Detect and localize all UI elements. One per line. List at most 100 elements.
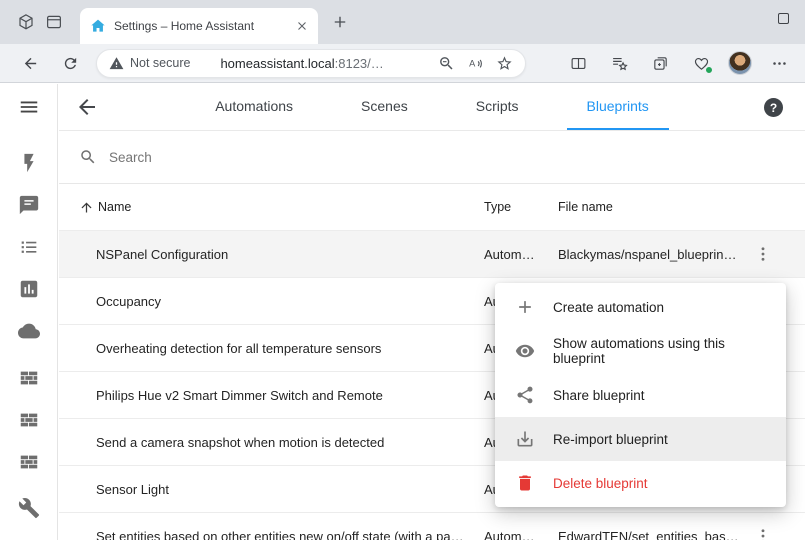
refresh-button[interactable] [56, 49, 84, 77]
automation-nav-tabs: Automations Scenes Scripts Blueprints [59, 84, 805, 130]
tab-scenes[interactable]: Scenes [341, 84, 428, 130]
lightning-icon [18, 152, 40, 174]
tab-actions-icon [45, 13, 63, 31]
wrench-icon [18, 497, 40, 519]
table-row[interactable]: NSPanel Configuration Autom… Blackymas/n… [59, 231, 805, 278]
menu-item-create-automation[interactable]: Create automation [495, 285, 786, 329]
favorites-button[interactable] [605, 49, 633, 77]
brick-wall-icon [18, 409, 40, 431]
tab-blueprints[interactable]: Blueprints [567, 84, 669, 130]
refresh-icon [62, 55, 79, 72]
trash-icon [515, 473, 535, 493]
kebab-icon [754, 245, 772, 263]
close-icon [296, 20, 308, 32]
table-header: Name Type File name [59, 184, 805, 231]
table-row[interactable]: Set entities based on other entities new… [59, 513, 805, 540]
sort-ascending-icon [79, 200, 94, 215]
sidebar-item-todo-list[interactable] [17, 235, 41, 259]
address-bar-actions: A [438, 55, 513, 72]
row-name: NSPanel Configuration [96, 247, 484, 262]
chat-icon [18, 194, 40, 216]
blueprint-context-menu: Create automation Show automations using… [495, 283, 786, 507]
home-assistant-favicon [90, 18, 106, 34]
sidebar [0, 84, 58, 540]
zoom-indicator-icon[interactable] [438, 55, 455, 72]
toolbar-right-actions [564, 49, 793, 77]
row-overflow-menu-button[interactable] [741, 514, 785, 540]
maximize-restore-button[interactable] [778, 13, 789, 24]
row-name: Sensor Light [96, 482, 484, 497]
workspaces-icon [17, 13, 35, 31]
row-overflow-menu-button[interactable] [741, 232, 785, 276]
collections-button[interactable] [646, 49, 674, 77]
column-header-name[interactable]: Name [79, 200, 484, 215]
split-screen-button[interactable] [564, 49, 592, 77]
tab-close-button[interactable] [292, 16, 312, 36]
browser-tab[interactable]: Settings – Home Assistant [80, 8, 318, 44]
row-name: Occupancy [96, 294, 484, 309]
split-screen-icon [570, 55, 587, 72]
menu-item-share-blueprint[interactable]: Share blueprint [495, 373, 786, 417]
help-button[interactable]: ? [764, 98, 783, 117]
tab-automations[interactable]: Automations [195, 84, 313, 130]
row-name: Philips Hue v2 Smart Dimmer Switch and R… [96, 388, 484, 403]
menu-item-label: Delete blueprint [553, 476, 648, 491]
back-arrow-icon [22, 55, 39, 72]
sidebar-item-module-2[interactable] [17, 408, 41, 432]
app-top-bar: Automations Scenes Scripts Blueprints ? [59, 84, 805, 131]
row-name: Overheating detection for all temperatur… [96, 341, 484, 356]
settings-menu-button[interactable] [765, 49, 793, 77]
menu-item-label: Show automations using this blueprint [553, 336, 772, 366]
search-input[interactable] [109, 150, 789, 165]
menu-item-reimport-blueprint[interactable]: Re-import blueprint [495, 417, 786, 461]
menu-item-label: Create automation [553, 300, 664, 315]
plus-icon [331, 13, 349, 31]
search-icon [79, 148, 97, 166]
sidebar-item-history[interactable] [17, 277, 41, 301]
url-path: :8123/… [335, 56, 384, 71]
menu-item-show-automations[interactable]: Show automations using this blueprint [495, 329, 786, 373]
address-bar[interactable]: Not secure homeassistant.local:8123/… A [96, 49, 526, 78]
bar-chart-icon [18, 278, 40, 300]
security-label[interactable]: Not secure [130, 56, 190, 70]
more-horizontal-icon [771, 55, 788, 72]
workspaces-button[interactable] [12, 8, 40, 36]
browser-essentials-button[interactable] [687, 49, 715, 77]
sidebar-item-assist[interactable] [17, 193, 41, 217]
tab-actions-button[interactable] [40, 8, 68, 36]
menu-item-delete-blueprint[interactable]: Delete blueprint [495, 461, 786, 505]
sidebar-menu-button[interactable] [17, 95, 41, 119]
plus-icon [515, 297, 535, 317]
sidebar-item-cloud[interactable] [17, 319, 41, 343]
eye-icon [515, 341, 535, 361]
tab-title: Settings – Home Assistant [106, 19, 292, 33]
brick-wall-icon [18, 367, 40, 389]
profile-avatar[interactable] [728, 51, 752, 75]
url-host: homeassistant.local [220, 56, 334, 71]
menu-item-label: Re-import blueprint [553, 432, 668, 447]
sidebar-item-module-1[interactable] [17, 366, 41, 390]
tab-scripts[interactable]: Scripts [456, 84, 539, 130]
browser-toolbar: Not secure homeassistant.local:8123/… A [0, 44, 805, 83]
column-header-file[interactable]: File name [558, 200, 805, 214]
essentials-status-dot [705, 66, 713, 74]
favorite-star-icon[interactable] [496, 55, 513, 72]
back-button[interactable] [16, 49, 44, 77]
brick-wall-icon [18, 451, 40, 473]
column-header-type[interactable]: Type [484, 200, 558, 214]
new-tab-button[interactable] [326, 8, 354, 36]
url-text[interactable]: homeassistant.local:8123/… [220, 56, 383, 71]
read-aloud-icon[interactable]: A [467, 55, 484, 72]
list-icon [18, 236, 40, 258]
cloud-icon [18, 320, 40, 342]
sidebar-item-module-3[interactable] [17, 450, 41, 474]
sidebar-item-energy[interactable] [17, 151, 41, 175]
row-name: Send a camera snapshot when motion is de… [96, 435, 484, 450]
browser-window: Settings – Home Assistant Not secure hom… [0, 0, 805, 540]
warning-icon [109, 56, 124, 71]
browser-tab-strip: Settings – Home Assistant [0, 0, 805, 44]
sidebar-item-developer-tools[interactable] [17, 496, 41, 520]
svg-text:A: A [469, 58, 476, 68]
row-file: EdwardTEN/set_entities_bas… [558, 529, 741, 540]
row-type: Autom… [484, 529, 558, 540]
